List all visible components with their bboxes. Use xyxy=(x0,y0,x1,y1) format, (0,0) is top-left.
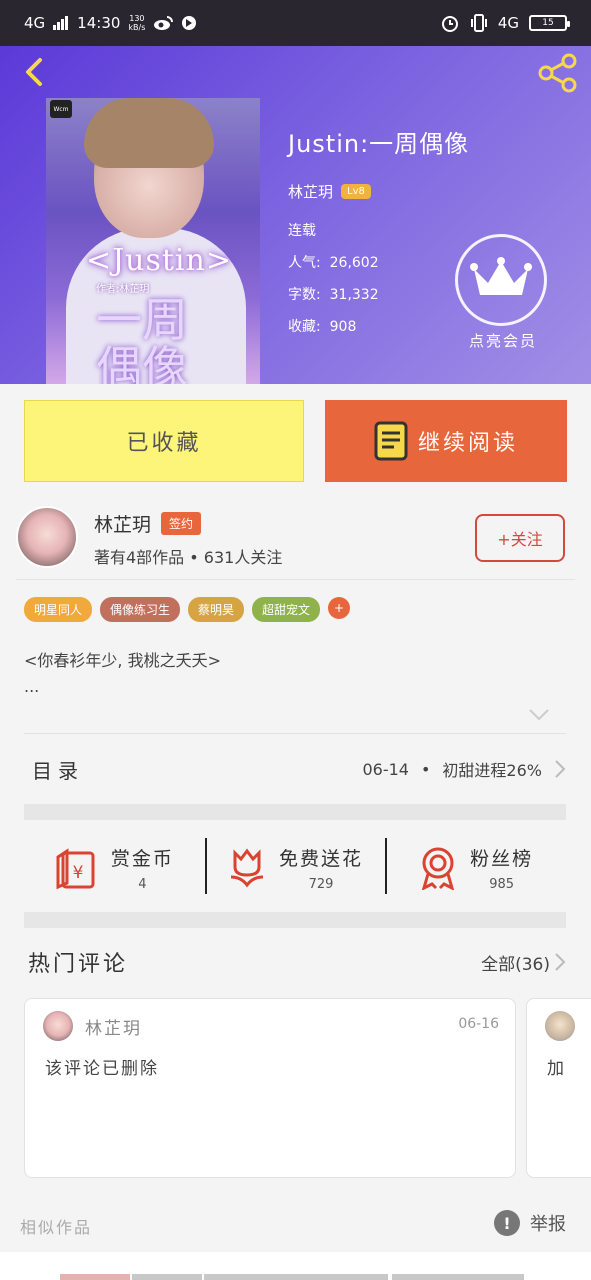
author-name[interactable]: 林芷玥 xyxy=(94,510,151,537)
commenter-avatar[interactable] xyxy=(545,1011,575,1041)
vip-label: 点亮会员 xyxy=(468,332,537,350)
app-notification-icon xyxy=(182,16,197,30)
wordcount-line: 字数: 31,332 xyxy=(288,287,379,303)
comment-text: 加 xyxy=(547,1059,566,1079)
cover-big-title: 一周 偶像 xyxy=(96,293,188,384)
battery-icon: 15 xyxy=(529,15,570,31)
comment-card[interactable]: 加 xyxy=(526,998,591,1178)
all-comments-link[interactable]: 全部(36) xyxy=(481,950,566,975)
book-header: Wcm <Justin> 作者:林芷玥 一周 偶像 Justin:一周偶像 林芷… xyxy=(0,46,591,384)
tag-list: 明星同人 偶像练习生 蔡明昊 超甜宠文 + xyxy=(24,597,351,622)
favorited-button[interactable]: 已收藏 xyxy=(24,400,304,482)
similar-work-thumb[interactable] xyxy=(392,1274,524,1280)
chevron-right-icon xyxy=(555,760,566,778)
crown-icon xyxy=(455,234,547,326)
expand-chevron-down-icon[interactable] xyxy=(528,708,550,722)
commenter-avatar[interactable] xyxy=(43,1011,73,1041)
vibrate-icon xyxy=(470,14,487,32)
hot-comments-title: 热门评论 xyxy=(28,952,129,977)
continue-reading-button[interactable]: 继续阅读 xyxy=(325,400,567,482)
section-separator xyxy=(24,804,566,820)
tag-chip[interactable]: 超甜宠文 xyxy=(252,597,321,622)
book-description: <你春衫年少, 我桃之夭夭> ... xyxy=(24,651,221,696)
author-meta: 著有4部作品 • 631人关注 xyxy=(94,548,283,567)
network-indicator-right: 4G xyxy=(497,14,519,32)
similar-works-title: 相似作品 xyxy=(20,1218,93,1237)
flower-icon xyxy=(230,848,264,888)
signed-badge: 签约 xyxy=(161,512,202,535)
book-title: Justin:一周偶像 xyxy=(288,130,470,158)
toc-latest-chapter: 初甜进程26% xyxy=(442,761,542,780)
red-envelope-icon: ¥ xyxy=(56,848,95,889)
author-avatar[interactable] xyxy=(16,506,78,568)
book-status: 连载 xyxy=(288,223,316,239)
comment-date: 06-16 xyxy=(458,1016,499,1032)
reward-coins-stat[interactable]: ¥ 赏金币 4 xyxy=(24,836,205,900)
similar-work-thumb[interactable] xyxy=(60,1274,130,1280)
cover-title: <Justin> xyxy=(86,243,232,278)
report-button[interactable]: ! 举报 xyxy=(494,1210,566,1236)
book-info: Justin:一周偶像 林芷玥 Lv8 连载 人气: 26,602 字数: 31… xyxy=(288,124,469,336)
comment-card[interactable]: 林芷玥 06-16 该评论已删除 xyxy=(24,998,516,1178)
medal-icon xyxy=(422,847,455,890)
free-flower-stat[interactable]: 免费送花 729 xyxy=(204,836,386,900)
share-icon[interactable] xyxy=(535,50,581,96)
tag-chip[interactable]: 蔡明昊 xyxy=(188,597,245,622)
tag-chip[interactable]: 偶像练习生 xyxy=(100,597,181,622)
book-icon xyxy=(374,421,408,461)
net-speed: 130 kB/s xyxy=(128,14,146,32)
tag-chip[interactable]: 明星同人 xyxy=(24,597,93,622)
alarm-icon xyxy=(441,16,458,32)
chevron-right-icon xyxy=(555,953,566,971)
author-card: 林芷玥 签约 著有4部作品 • 631人关注 +关注 xyxy=(16,500,575,580)
book-author[interactable]: 林芷玥 xyxy=(288,181,333,202)
network-indicator: 4G xyxy=(24,14,46,32)
commenter-name: 林芷玥 xyxy=(85,1019,142,1039)
toc-label: 目录 xyxy=(32,758,84,783)
cover-logo: Wcm xyxy=(50,100,72,118)
svg-text:¥: ¥ xyxy=(72,863,83,883)
favorites-line: 收藏: 908 xyxy=(288,319,357,335)
divider xyxy=(24,733,566,734)
toc-date: 06-14 xyxy=(362,759,409,779)
weibo-icon xyxy=(154,16,174,30)
follow-button[interactable]: +关注 xyxy=(475,514,565,562)
section-separator xyxy=(24,912,566,928)
stats-row: ¥ 赏金币 4 免费送花 729 粉丝榜 985 xyxy=(24,836,566,900)
exclamation-icon: ! xyxy=(494,1210,520,1236)
fan-ranking-stat[interactable]: 粉丝榜 985 xyxy=(385,836,566,900)
author-level-badge: Lv8 xyxy=(341,184,371,199)
vip-button[interactable]: 点亮会员 xyxy=(455,234,551,351)
signal-icon xyxy=(53,16,69,30)
book-cover[interactable]: Wcm <Justin> 作者:林芷玥 一周 偶像 xyxy=(46,98,260,384)
popularity-line: 人气: 26,602 xyxy=(288,255,379,271)
hot-comments-header: 热门评论 全部(36) xyxy=(28,946,566,978)
similar-work-thumb[interactable] xyxy=(132,1274,202,1280)
clock: 14:30 xyxy=(77,14,121,32)
back-arrow-icon[interactable] xyxy=(16,54,52,90)
table-of-contents-row[interactable]: 目录 06-14 • 初甜进程26% xyxy=(24,745,566,793)
status-bar: 4G 14:30 130 kB/s 4G 15 xyxy=(0,0,591,46)
similar-work-thumb[interactable] xyxy=(204,1274,388,1280)
more-tags-button[interactable]: + xyxy=(328,597,351,619)
comment-text: 该评论已删除 xyxy=(45,1059,159,1079)
